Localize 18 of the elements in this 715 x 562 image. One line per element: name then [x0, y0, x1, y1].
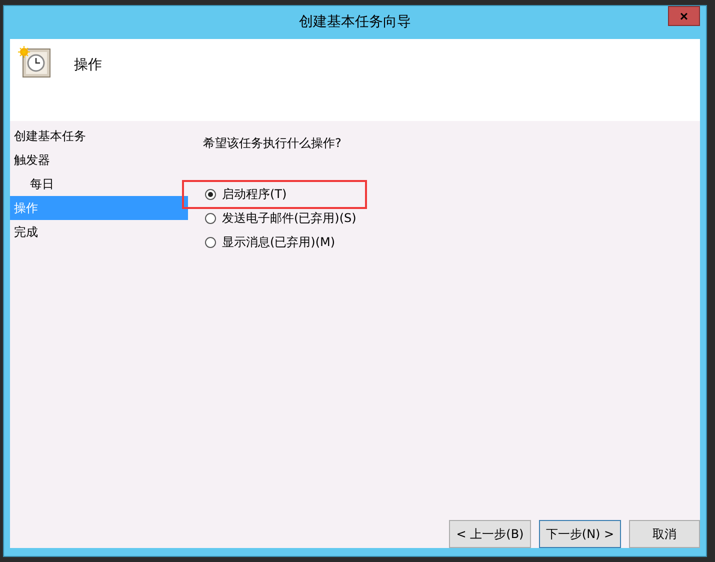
page-heading: 操作 [74, 56, 102, 74]
window-title: 创建基本任务向导 [299, 13, 411, 31]
radio-button[interactable] [205, 188, 216, 200]
wizard-button[interactable]: 下一步(N) > [539, 520, 621, 548]
radio-label[interactable]: 启动程序(T) [222, 186, 287, 202]
wizard-button[interactable]: < 上一步(B) [449, 520, 531, 548]
question-text: 希望该任务执行什么操作? [203, 135, 342, 152]
radio-label[interactable]: 显示消息(已弃用)(M) [222, 234, 336, 250]
step-item[interactable]: 完成 [10, 220, 188, 244]
radio-label[interactable]: 发送电子邮件(已弃用)(S) [222, 210, 356, 226]
wizard-button[interactable]: 取消 [629, 520, 700, 548]
radio-button[interactable] [205, 212, 216, 224]
step-item[interactable]: 每日 [10, 172, 188, 196]
step-item[interactable]: 触发器 [10, 148, 188, 172]
clock-icon [18, 46, 52, 80]
close-button[interactable]: × [668, 6, 700, 26]
radio-button[interactable] [205, 236, 216, 248]
step-item[interactable]: 创建基本任务 [10, 124, 188, 148]
